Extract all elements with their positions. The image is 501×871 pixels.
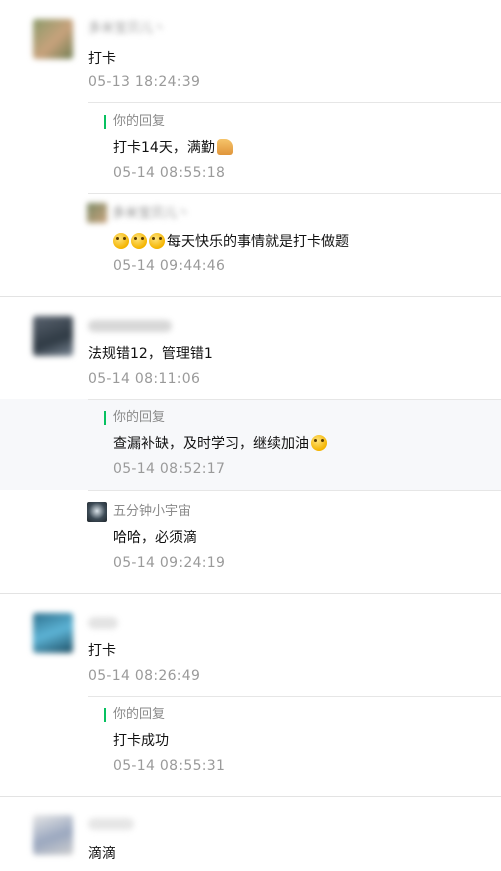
thread-separator xyxy=(0,593,501,594)
reply-time: 05-14 08:52:17 xyxy=(113,461,226,477)
reply-accent-bar xyxy=(104,115,106,129)
comment-text: 滴滴 xyxy=(88,846,116,862)
reply-accent-bar xyxy=(104,411,106,425)
reply-time: 05-14 08:55:31 xyxy=(113,758,226,774)
reply-text: 打卡14天，满勤 xyxy=(113,139,233,157)
thread-separator xyxy=(0,296,501,297)
nickname-blurred[interactable] xyxy=(88,320,172,332)
sub-nickname[interactable]: 五分钟小宇宙 xyxy=(113,503,191,521)
thread-separator xyxy=(0,796,501,797)
comment-text: 打卡 xyxy=(88,51,116,67)
sub-text-content: 每天快乐的事情就是打卡做题 xyxy=(167,234,349,250)
sub-nickname[interactable]: 多米宝贝儿丶 xyxy=(112,205,190,223)
smiling-face-icon xyxy=(311,435,327,451)
sub-text: 每天快乐的事情就是打卡做题 xyxy=(113,233,349,251)
avatar[interactable] xyxy=(33,815,73,855)
avatar[interactable] xyxy=(33,613,73,653)
reply-label: 你的回复 xyxy=(113,707,166,722)
comment-time: 05-14 08:11:06 xyxy=(88,371,201,387)
sub-avatar[interactable] xyxy=(87,203,107,223)
avatar[interactable] xyxy=(33,19,73,59)
reply-text-content: 打卡14天，满勤 xyxy=(113,140,215,156)
divider xyxy=(88,193,501,194)
comment-time: 05-13 18:24:39 xyxy=(88,74,201,90)
smiling-face-icon xyxy=(131,233,147,249)
smiling-face-icon xyxy=(113,233,129,249)
reply-label: 你的回复 xyxy=(113,410,166,425)
smiling-face-icon xyxy=(149,233,165,249)
nickname-blurred[interactable] xyxy=(88,617,118,629)
nickname-blurred[interactable] xyxy=(88,818,134,830)
reply-text-content: 查漏补缺，及时学习，继续加油 xyxy=(113,436,309,452)
reply-accent-bar xyxy=(104,708,106,722)
reply-text: 查漏补缺，及时学习，继续加油 xyxy=(113,435,329,453)
reply-label: 你的回复 xyxy=(113,114,166,129)
reply-text: 打卡成功 xyxy=(113,733,169,749)
avatar[interactable] xyxy=(33,316,73,356)
divider xyxy=(88,696,501,697)
divider xyxy=(88,399,501,400)
comment-text: 法规错12，管理错1 xyxy=(88,346,213,362)
comment-time: 05-14 08:26:49 xyxy=(88,668,201,684)
sub-text: 哈哈，必须滴 xyxy=(113,530,197,546)
comment-text: 打卡 xyxy=(88,643,116,659)
reply-time: 05-14 08:55:18 xyxy=(113,165,226,181)
divider xyxy=(88,490,501,491)
sub-time: 05-14 09:44:46 xyxy=(113,258,226,274)
nickname[interactable]: 多米宝贝儿丶 xyxy=(88,20,166,38)
divider xyxy=(88,102,501,103)
sub-avatar[interactable] xyxy=(87,502,107,522)
sub-time: 05-14 09:24:19 xyxy=(113,555,226,571)
thumbs-up-icon xyxy=(216,139,233,155)
